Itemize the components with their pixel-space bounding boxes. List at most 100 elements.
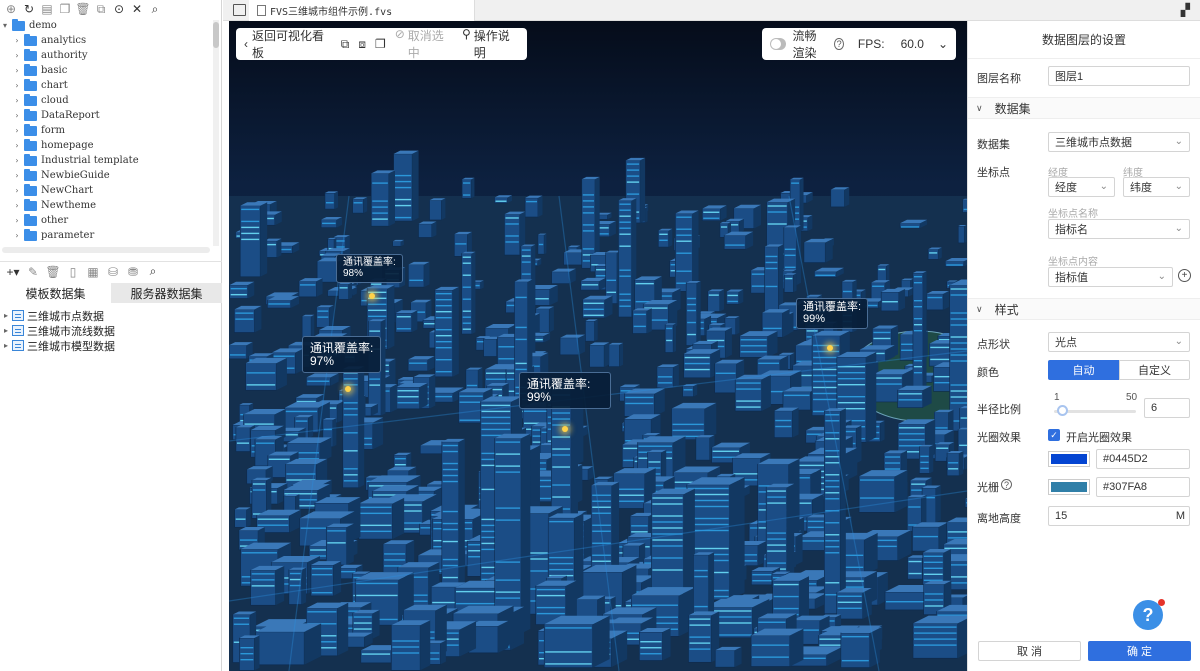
chevron-right-icon[interactable]: › — [12, 111, 22, 120]
coverage-label[interactable]: 通讯覆盖率: 97% — [302, 336, 382, 374]
tree-node-folder[interactable]: › parameter — [0, 228, 212, 243]
duplicate-icon[interactable]: ⧉ — [94, 2, 108, 16]
chevron-right-icon[interactable]: › — [12, 66, 22, 75]
add-icon[interactable]: +▾ — [6, 265, 20, 279]
tree-horizontal-scrollbar[interactable] — [2, 247, 210, 253]
tree-node-folder[interactable]: › Newtheme — [0, 198, 212, 213]
coverage-label[interactable]: 通讯覆盖率: 98% — [336, 254, 403, 283]
collapse-icon[interactable]: ✕ — [130, 2, 144, 16]
chevron-down-icon[interactable]: ⌄ — [938, 37, 948, 51]
color-custom-button[interactable]: 自定义 — [1119, 360, 1190, 380]
search-icon[interactable]: ⌕ — [148, 2, 162, 16]
tree-node-folder[interactable]: › NewbieGuide — [0, 168, 212, 183]
chevron-down-icon[interactable]: ▾ — [0, 21, 10, 30]
tree-node-demo[interactable]: ▾ demo — [0, 18, 212, 33]
chevron-right-icon[interactable]: ▸ — [0, 326, 12, 335]
chevron-right-icon[interactable]: › — [12, 141, 22, 150]
database-icon[interactable]: ⛁ — [106, 265, 120, 279]
help-icon[interactable]: ? — [1001, 479, 1012, 490]
locate-icon[interactable]: ⊙ — [112, 2, 126, 16]
coverage-label[interactable]: 通讯覆盖率: 99% — [519, 372, 611, 410]
new-file-icon[interactable]: ⊕ — [4, 2, 18, 16]
layer-copy-icon[interactable]: ❐ — [375, 37, 386, 51]
color-auto-button[interactable]: 自动 — [1048, 360, 1119, 380]
chevron-right-icon[interactable]: ▸ — [0, 341, 12, 350]
tab-server-dataset[interactable]: 服务器数据集 — [111, 283, 222, 303]
city-3d-canvas[interactable]: ‹ 返回可视化看板 ⧉ ⧈ ❐ ⊘ 取消选中 ⚲ 操作说明 流畅渲染 ? FPS: 6… — [229, 21, 967, 671]
chevron-right-icon[interactable]: › — [12, 81, 22, 90]
data-point[interactable] — [827, 345, 833, 351]
grid-color-swatch[interactable] — [1048, 479, 1090, 495]
tree-node-folder[interactable]: › authority — [0, 48, 212, 63]
tree-node-folder[interactable]: › other — [0, 213, 212, 228]
dataset-select[interactable]: 三维城市点数据 ⌄ — [1048, 132, 1190, 152]
halo-color-input[interactable]: #0445D2 — [1096, 449, 1190, 469]
shape-select[interactable]: 光点 ⌄ — [1048, 332, 1190, 352]
dataset-section[interactable]: ∨ 数据集 — [968, 97, 1200, 119]
database-settings-icon[interactable]: ⛃ — [126, 265, 140, 279]
tree-node-folder[interactable]: › cloud — [0, 93, 212, 108]
layer-name-input[interactable]: 图层1 — [1048, 66, 1190, 86]
brush-icon[interactable]: ▞ — [1181, 3, 1190, 17]
layer-up-icon[interactable]: ⧉ — [341, 37, 350, 52]
halo-color-swatch[interactable] — [1048, 451, 1090, 467]
radius-slider-handle[interactable] — [1057, 405, 1068, 416]
data-point[interactable] — [345, 386, 351, 392]
height-input[interactable]: 15 M — [1048, 506, 1190, 526]
tree-scrollbar[interactable] — [213, 20, 219, 246]
sidebar-toggle-icon[interactable] — [233, 4, 246, 16]
coverage-label[interactable]: 通讯覆盖率: 99% — [796, 298, 869, 330]
back-button[interactable]: ‹ 返回可视化看板 — [244, 27, 332, 61]
chevron-right-icon[interactable]: › — [12, 36, 22, 45]
smooth-render-toggle[interactable] — [770, 38, 787, 50]
add-circle-icon[interactable]: + — [1178, 269, 1191, 282]
layer-down-icon[interactable]: ⧈ — [358, 37, 366, 52]
lng-select[interactable]: 经度 ⌄ — [1048, 177, 1115, 197]
radius-input[interactable]: 6 — [1144, 398, 1190, 418]
chevron-right-icon[interactable]: ▸ — [0, 311, 12, 320]
chevron-right-icon[interactable]: › — [12, 156, 22, 165]
delete-icon[interactable]: 🗑 — [75, 2, 90, 16]
delete-icon[interactable]: 🗑 — [45, 265, 60, 279]
chevron-right-icon[interactable]: › — [12, 201, 22, 210]
tree-node-folder[interactable]: › NewChart — [0, 183, 212, 198]
chevron-right-icon[interactable]: › — [12, 171, 22, 180]
copy-icon[interactable]: ❐ — [58, 2, 72, 16]
chevron-right-icon[interactable]: › — [12, 216, 22, 225]
tree-node-folder[interactable]: › chart — [0, 78, 212, 93]
chevron-right-icon[interactable]: › — [12, 96, 22, 105]
file-tab[interactable]: FVS三维城市组件示例.fvs — [249, 0, 475, 21]
tree-node-folder[interactable]: › basic — [0, 63, 212, 78]
tree-node-folder[interactable]: › form — [0, 123, 212, 138]
chevron-right-icon[interactable]: › — [12, 186, 22, 195]
data-point[interactable] — [562, 426, 568, 432]
confirm-button[interactable]: 确 定 — [1088, 641, 1191, 661]
dataset-item[interactable]: ▸ 三维城市模型数据 — [0, 338, 222, 353]
help-button[interactable]: ? — [1133, 599, 1165, 630]
coord-content-select[interactable]: 指标值 ⌄ — [1048, 267, 1173, 287]
refresh-icon[interactable]: ↻ — [22, 2, 36, 16]
dataset-item[interactable]: ▸ 三维城市流线数据 — [0, 323, 222, 338]
lat-select[interactable]: 纬度 ⌄ — [1123, 177, 1190, 197]
grid-color-input[interactable]: #307FA8 — [1096, 477, 1190, 497]
chevron-right-icon[interactable]: › — [12, 51, 22, 60]
chevron-right-icon[interactable]: › — [12, 126, 22, 135]
style-section[interactable]: ∨ 样式 — [968, 298, 1200, 320]
tree-node-folder[interactable]: › homepage — [0, 138, 212, 153]
dataset-item[interactable]: ▸ 三维城市点数据 — [0, 308, 222, 323]
cancel-button[interactable]: 取 消 — [978, 641, 1081, 661]
data-point[interactable] — [369, 293, 375, 299]
help-icon[interactable]: ? — [834, 38, 844, 50]
instructions-button[interactable]: ⚲ 操作说明 — [462, 27, 519, 61]
template-icon[interactable]: ▤ — [40, 2, 54, 16]
tab-template-dataset[interactable]: 模板数据集 — [0, 283, 111, 303]
tree-node-folder[interactable]: › Industrial template — [0, 153, 212, 168]
tree-node-folder[interactable]: › DataReport — [0, 108, 212, 123]
tree-node-folder[interactable]: › analytics — [0, 33, 212, 48]
chevron-right-icon[interactable]: › — [12, 231, 22, 240]
coord-name-select[interactable]: 指标名 ⌄ — [1048, 219, 1190, 239]
edit-icon[interactable]: ✎ — [26, 265, 40, 279]
halo-checkbox[interactable]: ✓ — [1048, 429, 1060, 441]
table-icon[interactable]: ▦ — [86, 265, 100, 279]
preview-icon[interactable]: ▯ — [66, 265, 80, 279]
